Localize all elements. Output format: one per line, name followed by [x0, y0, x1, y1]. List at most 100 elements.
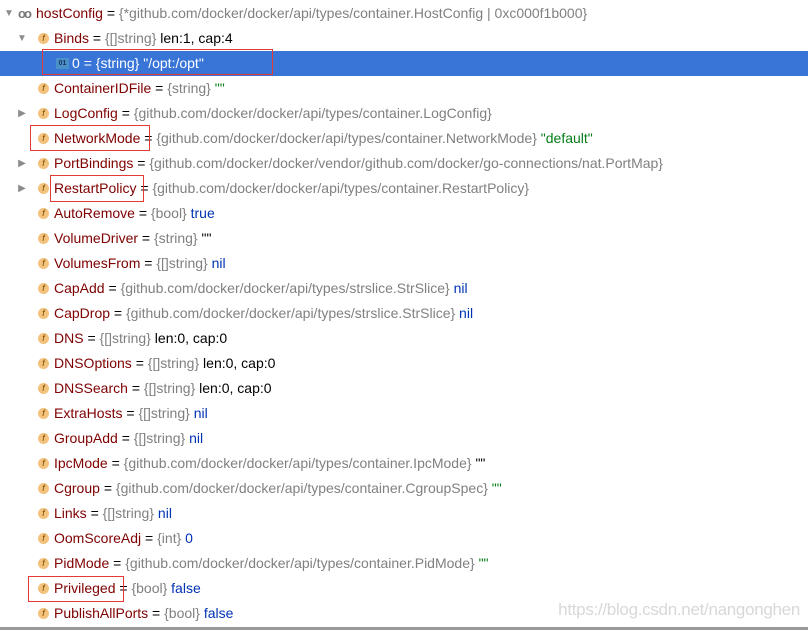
field-icon: f [38, 583, 49, 594]
variable-type: {string} [95, 55, 140, 71]
field-icon: f [38, 83, 49, 94]
field-icon: f [38, 458, 49, 469]
variable-value: len:0, cap:0 [199, 380, 272, 396]
variable-value: 0 [185, 530, 193, 546]
variable-value: "" [201, 230, 212, 246]
variable-name: ContainerIDFile [54, 80, 152, 96]
variable-name: NetworkMode [54, 130, 141, 146]
variable-value: len:0, cap:0 [203, 355, 276, 371]
variable-type: {github.com/docker/docker/vendor/github.… [149, 155, 663, 171]
collapse-toggle-icon[interactable]: ▶ [17, 176, 27, 201]
field-icon: f [38, 208, 49, 219]
tree-row-GroupAdd[interactable]: f GroupAdd = {[]string} nil [0, 426, 808, 451]
equals-sign: = [108, 280, 117, 296]
variable-type: {int} [157, 530, 182, 546]
equals-sign: = [111, 455, 120, 471]
variable-type: {github.com/docker/docker/api/types/cont… [156, 130, 537, 146]
variable-name: Cgroup [54, 480, 100, 496]
equals-sign: = [155, 80, 164, 96]
variable-name: DNS [54, 330, 84, 346]
collapse-toggle-icon[interactable]: ▶ [17, 101, 27, 126]
field-icon: f [38, 183, 49, 194]
variable-type: {github.com/docker/docker/api/types/cont… [115, 480, 488, 496]
equals-sign: = [140, 180, 149, 196]
variable-type: {github.com/docker/docker/api/types/cont… [125, 555, 475, 571]
field-icon: f [38, 433, 49, 444]
tree-row-LogConfig[interactable]: ▶ f LogConfig = {github.com/docker/docker/… [0, 101, 808, 126]
variable-type: {github.com/docker/docker/api/types/cont… [133, 105, 492, 121]
tree-row-PortBindings[interactable]: ▶ f PortBindings = {github.com/docker/dock… [0, 151, 808, 176]
equals-sign: = [141, 230, 151, 246]
equals-sign: = [113, 555, 122, 571]
tree-row-RestartPolicy[interactable]: ▶ f RestartPolicy = {github.com/docker/doc… [0, 176, 808, 201]
variable-name: RestartPolicy [54, 180, 137, 196]
expand-toggle-icon[interactable]: ▼ [4, 1, 14, 26]
variable-name: PortBindings [54, 155, 134, 171]
field-icon: f [38, 483, 49, 494]
variable-name: IpcMode [54, 455, 108, 471]
equals-sign: = [119, 580, 128, 596]
tree-row-CapAdd[interactable]: f CapAdd = {github.com/docker/docker/api/… [0, 276, 808, 301]
field-icon: f [38, 133, 49, 144]
variable-type: {github.com/docker/docker/api/types/cont… [123, 455, 472, 471]
tree-row-PidMode[interactable]: f PidMode = {github.com/docker/docker/api… [0, 551, 808, 576]
tree-row-hostConfig[interactable]: ▼ oo hostConfig = {*github.com/docker/do… [0, 1, 808, 26]
variable-type: {[]string} [138, 405, 190, 421]
field-icon: f [38, 108, 49, 119]
tree-row-ContainerIDFile[interactable]: f ContainerIDFile = {string} "" [0, 76, 808, 101]
variable-value: false [171, 580, 201, 596]
tree-row-Binds[interactable]: ▼ f Binds = {[]string} len:1, cap:4 [0, 26, 808, 51]
variable-type: {[]string} [147, 355, 200, 371]
expand-toggle-icon[interactable]: ▼ [17, 26, 27, 51]
tree-row-VolumesFrom[interactable]: f VolumesFrom = {[]string} nil [0, 251, 808, 276]
tree-row-Cgroup[interactable]: f Cgroup = {github.com/docker/docker/api/… [0, 476, 808, 501]
variable-name: Binds [54, 30, 90, 46]
field-icon: f [38, 383, 49, 394]
tree-row-AutoRemove[interactable]: f AutoRemove = {bool} true [0, 201, 808, 226]
equals-sign: = [92, 30, 102, 46]
equals-sign: = [90, 505, 99, 521]
tree-row-Privileged[interactable]: f Privileged = {bool} false [0, 576, 808, 601]
variable-type: {github.com/docker/docker/api/types/strs… [120, 280, 450, 296]
variable-type: {[]string} [105, 30, 157, 46]
tree-row-DNSSearch[interactable]: f DNSSearch = {[]string} len:0, cap:0 [0, 376, 808, 401]
watermark: https://blog.csdn.net/nangonghen [558, 600, 800, 619]
tree-row-0[interactable]: 01 0 = {string} "/opt:/opt" [0, 51, 808, 76]
variable-value: "" [491, 480, 502, 496]
tree-row-OomScoreAdj[interactable]: f OomScoreAdj = {int} 0 [0, 526, 808, 551]
variable-name: 0 [72, 55, 80, 71]
variable-name: OomScoreAdj [54, 530, 142, 546]
field-icon: f [38, 258, 49, 269]
variable-name: DNSOptions [54, 355, 132, 371]
variable-value: nil [157, 505, 172, 521]
tree-row-NetworkMode[interactable]: f NetworkMode = {github.com/docker/docker… [0, 126, 808, 151]
tree-row-IpcMode[interactable]: f IpcMode = {github.com/docker/docker/api… [0, 451, 808, 476]
equals-sign: = [137, 155, 146, 171]
variable-value: false [203, 605, 234, 621]
equals-sign: = [121, 430, 130, 446]
equals-sign: = [145, 530, 154, 546]
field-icon: f [38, 233, 49, 244]
variable-name: PidMode [54, 555, 110, 571]
field-icon: f [38, 308, 49, 319]
equals-sign: = [87, 330, 96, 346]
variable-name: CapAdd [54, 280, 105, 296]
equals-sign: = [144, 255, 153, 271]
tree-row-DNS[interactable]: f DNS = {[]string} len:0, cap:0 [0, 326, 808, 351]
equals-sign: = [131, 380, 140, 396]
equals-sign: = [135, 355, 144, 371]
variable-value: nil [193, 405, 208, 421]
variable-value: "" [214, 80, 225, 96]
tree-row-DNSOptions[interactable]: f DNSOptions = {[]string} len:0, cap:0 [0, 351, 808, 376]
tree-row-VolumeDriver[interactable]: f VolumeDriver = {string} "" [0, 226, 808, 251]
variable-name: GroupAdd [54, 430, 118, 446]
variable-name: VolumesFrom [54, 255, 141, 271]
variable-type: {[]string} [133, 430, 186, 446]
collapse-toggle-icon[interactable]: ▶ [17, 151, 27, 176]
tree-row-Links[interactable]: f Links = {[]string} nil [0, 501, 808, 526]
variable-name: LogConfig [54, 105, 118, 121]
equals-sign: = [106, 5, 116, 21]
tree-row-CapDrop[interactable]: f CapDrop = {github.com/docker/docker/api… [0, 301, 808, 326]
tree-row-ExtraHosts[interactable]: f ExtraHosts = {[]string} nil [0, 401, 808, 426]
variable-name: Privileged [54, 580, 116, 596]
